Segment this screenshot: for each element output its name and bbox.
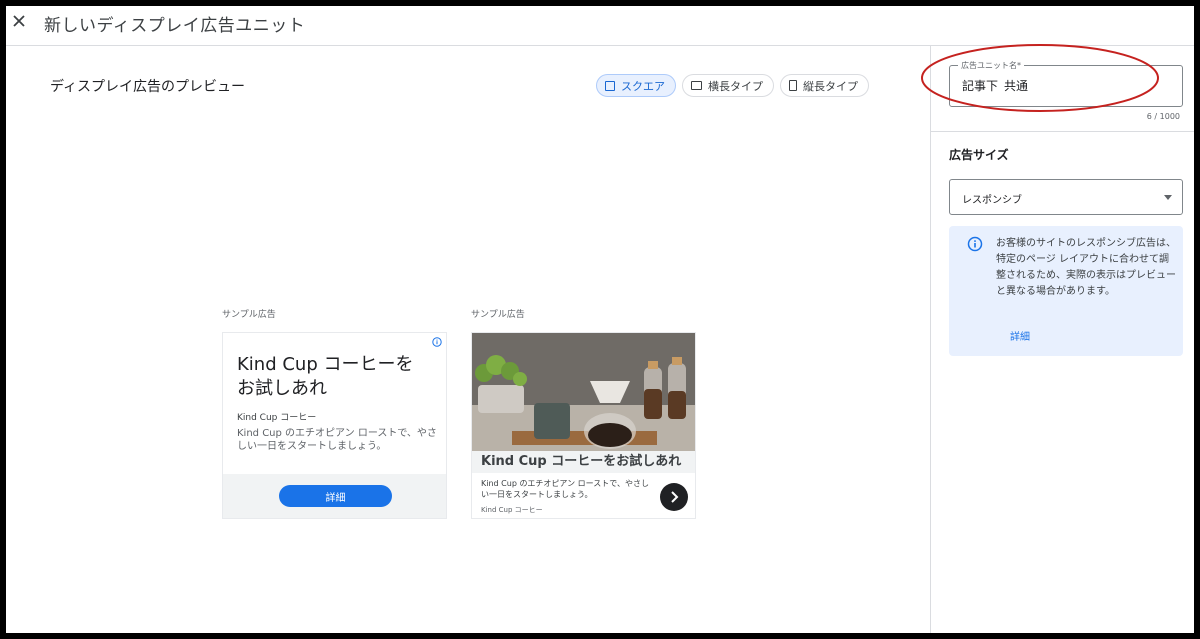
ad-next-button[interactable] bbox=[660, 483, 688, 511]
landscape-icon bbox=[691, 81, 702, 90]
coffee-product-image bbox=[472, 333, 695, 451]
ad-description: Kind Cup のエチオピアン ローストで、やさしい一日をスタートしましょう。 bbox=[237, 428, 437, 452]
ad-description: Kind Cup のエチオピアン ローストで、やさしい一日をスタートしましょう。 bbox=[481, 479, 649, 499]
chip-portrait[interactable]: 縦長タイプ bbox=[780, 74, 869, 97]
info-icon bbox=[967, 236, 983, 252]
field-label: 広告ユニット名* bbox=[958, 60, 1024, 71]
ad-brand: Kind Cup コーヒー bbox=[237, 413, 317, 423]
app-window: 新しいディスプレイ広告ユニット ディスプレイ広告のプレビュー スクエア 横長タイ… bbox=[6, 6, 1194, 633]
chip-label: 縦長タイプ bbox=[803, 79, 858, 93]
sample-ad-label: サンプル広告 bbox=[471, 310, 525, 320]
settings-panel: 広告ユニット名* 6 / 1000 広告サイズ レスポンシブ お客様のサイトのレ… bbox=[930, 46, 1194, 633]
ad-footer: 詳細 bbox=[223, 474, 446, 518]
select-value: レスポンシブ bbox=[962, 195, 1022, 206]
ad-brand: Kind Cup コーヒー bbox=[481, 506, 543, 514]
close-button[interactable] bbox=[8, 10, 30, 32]
notice-text: お客様のサイトのレスポンシブ広告は、特定のページ レイアウトに合わせて調整される… bbox=[996, 238, 1176, 297]
notice-details-link[interactable]: 詳細 bbox=[1010, 328, 1030, 343]
ad-info-icon[interactable] bbox=[432, 337, 442, 347]
divider bbox=[931, 131, 1194, 132]
sample-ad-text: Kind Cup コーヒーを お試しあれ Kind Cup コーヒー Kind … bbox=[222, 332, 447, 519]
ad-size-title: 広告サイズ bbox=[949, 148, 1009, 162]
ad-unit-name-input[interactable] bbox=[962, 78, 1172, 92]
square-icon bbox=[605, 80, 615, 91]
chip-label: スクエア bbox=[621, 79, 665, 93]
page-title: 新しいディスプレイ広告ユニット bbox=[44, 16, 306, 36]
sample-ad-image: Kind Cup コーヒーをお試しあれ Kind Cup のエチオピアン ロース… bbox=[471, 332, 696, 519]
chip-landscape[interactable]: 横長タイプ bbox=[682, 74, 774, 97]
ad-unit-name-field[interactable]: 広告ユニット名* bbox=[949, 60, 1183, 107]
ad-details-button[interactable]: 詳細 bbox=[279, 485, 392, 507]
ad-size-select[interactable]: レスポンシブ bbox=[949, 179, 1183, 215]
preview-title: ディスプレイ広告のプレビュー bbox=[50, 79, 246, 95]
portrait-icon bbox=[789, 80, 797, 91]
chip-square[interactable]: スクエア bbox=[596, 74, 676, 97]
sample-ad-label: サンプル広告 bbox=[222, 310, 276, 320]
chevron-right-icon bbox=[671, 491, 679, 503]
ad-headline: Kind Cup コーヒーを お試しあれ bbox=[237, 354, 414, 399]
info-notice: お客様のサイトのレスポンシブ広告は、特定のページ レイアウトに合わせて調整される… bbox=[949, 226, 1183, 356]
caret-down-icon bbox=[1164, 195, 1172, 200]
character-counter: 6 / 1000 bbox=[1146, 112, 1180, 121]
preview-format-chips: スクエア 横長タイプ 縦長タイプ bbox=[596, 74, 869, 97]
header: 新しいディスプレイ広告ユニット bbox=[6, 6, 1194, 46]
close-icon bbox=[13, 15, 25, 27]
chip-label: 横長タイプ bbox=[708, 79, 763, 93]
ad-headline: Kind Cup コーヒーをお試しあれ bbox=[472, 451, 695, 473]
